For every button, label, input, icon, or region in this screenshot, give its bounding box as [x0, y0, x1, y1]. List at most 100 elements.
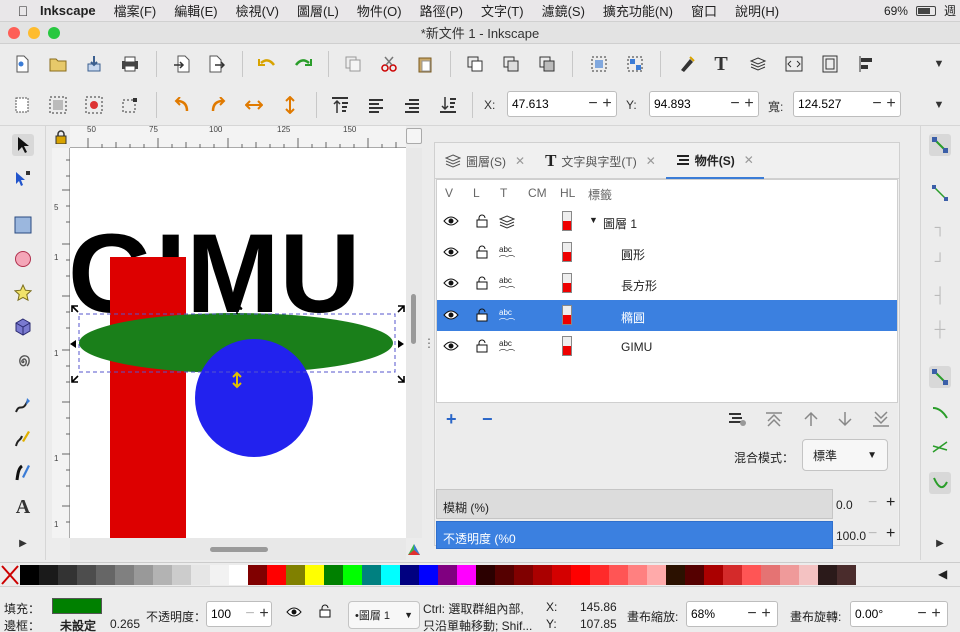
node-tool-icon[interactable] — [12, 168, 34, 190]
horizontal-scrollbar[interactable] — [70, 538, 406, 560]
opacity-increment-button[interactable]: + — [886, 525, 895, 543]
width-decrement-button[interactable]: − — [870, 94, 884, 114]
palette-swatch[interactable] — [476, 565, 495, 585]
flip-vertical-icon[interactable] — [279, 94, 301, 116]
palette-swatch[interactable] — [761, 565, 780, 585]
raise-to-top-icon[interactable] — [329, 94, 351, 116]
palette-swatch[interactable] — [229, 565, 248, 585]
palette-swatch[interactable] — [58, 565, 77, 585]
palette-swatch[interactable] — [495, 565, 514, 585]
snap-smooth-icon[interactable] — [929, 472, 951, 494]
snap-bbox-edge-icon[interactable]: ┐ — [929, 216, 951, 238]
corner-handle-bl[interactable] — [71, 375, 79, 383]
palette-swatch[interactable] — [20, 565, 39, 585]
palette-swatch[interactable] — [343, 565, 362, 585]
palette-swatch[interactable] — [666, 565, 685, 585]
rotate-decrement-button[interactable]: − — [915, 604, 929, 624]
palette-swatch[interactable] — [685, 565, 704, 585]
blur-increment-button[interactable]: + — [886, 494, 895, 512]
palette-swatch[interactable] — [457, 565, 476, 585]
palette-swatch[interactable] — [533, 565, 552, 585]
palette-swatch[interactable] — [324, 565, 343, 585]
eye-icon[interactable] — [443, 340, 459, 355]
open-icon[interactable] — [47, 53, 69, 75]
xml-editor-icon[interactable] — [783, 53, 805, 75]
menu-view[interactable]: 檢視(V) — [227, 1, 288, 20]
paste-icon[interactable] — [414, 53, 436, 75]
pencil-tool-icon[interactable] — [12, 394, 34, 416]
palette-swatch[interactable] — [780, 565, 799, 585]
palette-swatch[interactable] — [571, 565, 590, 585]
palette-swatch[interactable] — [514, 565, 533, 585]
menu-help[interactable]: 說明(H) — [726, 1, 788, 20]
highlight-color-swatch[interactable] — [562, 305, 572, 325]
lower-to-bottom-icon[interactable] — [437, 94, 459, 116]
column-clip-mask[interactable]: CM — [528, 186, 547, 200]
rotate-increment-button[interactable]: + — [929, 604, 943, 624]
horizontal-scroll-thumb[interactable] — [210, 547, 268, 552]
ungroup-icon[interactable] — [624, 53, 646, 75]
fill-stroke-icon[interactable] — [676, 53, 698, 75]
zoom-input[interactable] — [687, 603, 745, 625]
export-icon[interactable] — [206, 53, 228, 75]
zoom-spinbox[interactable]: − + — [686, 601, 778, 627]
3d-box-tool-icon[interactable] — [12, 316, 34, 338]
menu-layer[interactable]: 圖層(L) — [288, 1, 348, 20]
redo-icon[interactable] — [292, 53, 314, 75]
palette-swatch[interactable] — [134, 565, 153, 585]
menu-object[interactable]: 物件(O) — [348, 1, 411, 20]
snap-toggle-icon[interactable] — [929, 134, 951, 156]
layers-icon[interactable] — [747, 53, 769, 75]
palette-swatch[interactable] — [96, 565, 115, 585]
palette-swatch[interactable] — [248, 565, 267, 585]
object-row-gimu[interactable]: abc ⌒⌒ GIMU — [437, 331, 897, 362]
print-icon[interactable] — [119, 53, 141, 75]
palette-swatch[interactable] — [419, 565, 438, 585]
object-row-ellipse[interactable]: abc ⌒⌒ 橢圓 — [437, 300, 897, 331]
status-opacity-increment[interactable]: + — [257, 604, 271, 624]
close-window-button[interactable] — [8, 27, 20, 39]
spiral-tool-icon[interactable] — [12, 350, 34, 372]
snap-more-icon[interactable]: ▶ — [929, 532, 951, 554]
x-increment-button[interactable]: + — [600, 94, 614, 114]
palette-swatch[interactable] — [172, 565, 191, 585]
raise-icon[interactable] — [802, 411, 820, 430]
battery-icon[interactable] — [915, 5, 936, 16]
unlink-clone-icon[interactable] — [536, 53, 558, 75]
rectangle-tool-icon[interactable] — [12, 214, 34, 236]
palette-swatch[interactable] — [115, 565, 134, 585]
rotate-cw-icon[interactable] — [207, 94, 229, 116]
group-icon[interactable] — [588, 53, 610, 75]
palette-swatch[interactable] — [39, 565, 58, 585]
cut-icon[interactable] — [378, 53, 400, 75]
highlight-color-swatch[interactable] — [562, 273, 572, 293]
y-input[interactable] — [650, 93, 728, 115]
snap-path-icon[interactable] — [929, 402, 951, 424]
eye-icon[interactable] — [443, 277, 459, 292]
zoom-window-button[interactable] — [48, 27, 60, 39]
undo-icon[interactable] — [256, 53, 278, 75]
opacity-decrement-button[interactable]: − — [868, 525, 877, 543]
status-opacity-decrement[interactable]: − — [243, 604, 257, 624]
canvas-circle[interactable] — [195, 339, 313, 457]
width-input[interactable] — [794, 93, 870, 115]
close-icon[interactable]: ✕ — [515, 154, 525, 168]
copy-icon[interactable] — [342, 53, 364, 75]
column-locked[interactable]: L — [473, 186, 480, 200]
corner-handle-br[interactable] — [397, 375, 405, 383]
tab-objects[interactable]: 物件(S) ✕ — [665, 143, 764, 179]
eye-icon[interactable] — [443, 309, 459, 324]
lock-icon[interactable] — [475, 245, 489, 262]
tab-layers[interactable]: 圖層(S) ✕ — [435, 143, 535, 179]
lock-icon[interactable] — [475, 339, 489, 356]
fill-swatch[interactable] — [52, 598, 102, 614]
column-highlight[interactable]: HL — [560, 186, 575, 200]
y-decrement-button[interactable]: − — [728, 94, 742, 114]
palette-swatch[interactable] — [210, 565, 229, 585]
column-label[interactable]: 標籤 — [588, 186, 612, 203]
palette-swatch[interactable] — [400, 565, 419, 585]
palette-swatch[interactable] — [704, 565, 723, 585]
palette-swatch[interactable] — [742, 565, 761, 585]
palette-swatch[interactable] — [818, 565, 837, 585]
save-icon[interactable] — [83, 53, 105, 75]
